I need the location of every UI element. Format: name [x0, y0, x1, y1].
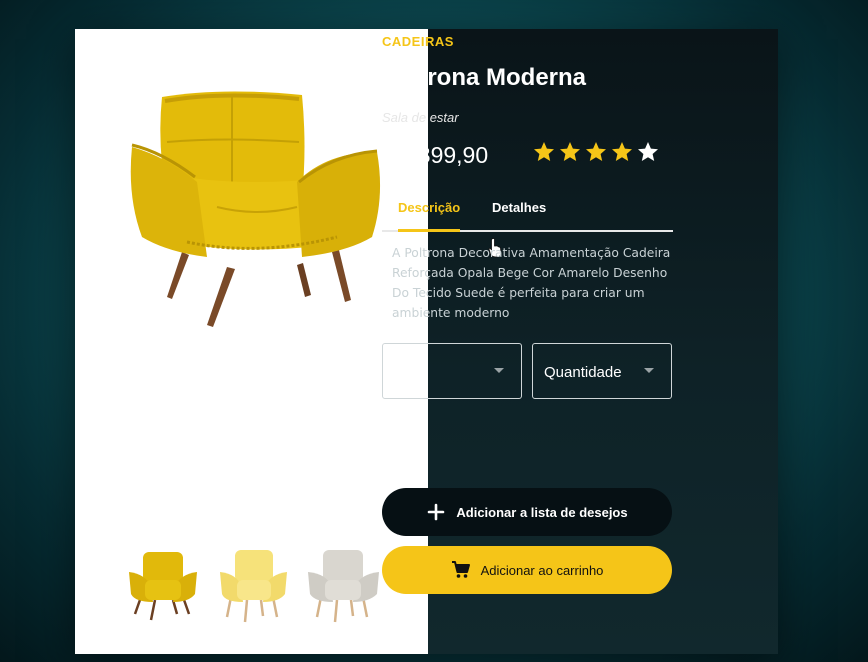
color-select[interactable]: Cor — [382, 343, 522, 399]
active-tab-indicator — [398, 229, 460, 232]
product-title: Poltrona Moderna — [382, 64, 587, 91]
thumbnail-light-yellow[interactable] — [215, 542, 291, 624]
thumbnail-list — [125, 542, 381, 624]
star-icon — [534, 142, 554, 161]
add-to-cart-button[interactable]: Adicionar ao carrinho — [382, 546, 672, 594]
wishlist-button-label: Adicionar a lista de desejos — [456, 504, 628, 520]
product-price: R$ 399,90 — [382, 142, 489, 168]
chevron-down-icon — [494, 368, 504, 373]
tab-detalhes[interactable]: Detalhes — [492, 200, 546, 215]
star-icon — [560, 142, 580, 161]
star-icon — [612, 142, 632, 161]
product-category: CADEIRAS — [382, 34, 454, 49]
product-description: A Poltrona Decorativa Amamentação Cadeir… — [392, 246, 671, 320]
product-tabs: Descrição Detalhes — [382, 198, 673, 232]
cart-button-label: Adicionar ao carrinho — [480, 562, 604, 578]
product-gallery — [75, 29, 428, 654]
rating-stars — [532, 140, 660, 164]
quantity-select[interactable]: Quantidade — [532, 343, 672, 399]
thumbnail-yellow[interactable] — [125, 542, 201, 624]
star-icon — [586, 142, 606, 161]
color-select-label: Cor — [394, 364, 419, 381]
product-main-image — [130, 91, 381, 327]
chevron-down-icon — [644, 368, 654, 373]
star-empty-icon — [638, 142, 658, 161]
cart-icon — [451, 561, 470, 578]
thumbnail-beige[interactable] — [305, 542, 381, 624]
quantity-select-label: Quantidade — [544, 364, 622, 381]
product-room: Sala de estar — [382, 110, 459, 125]
add-to-wishlist-button[interactable]: Adicionar a lista de desejos — [382, 488, 672, 536]
tab-descricao[interactable]: Descrição — [398, 200, 460, 215]
plus-icon — [428, 503, 445, 521]
